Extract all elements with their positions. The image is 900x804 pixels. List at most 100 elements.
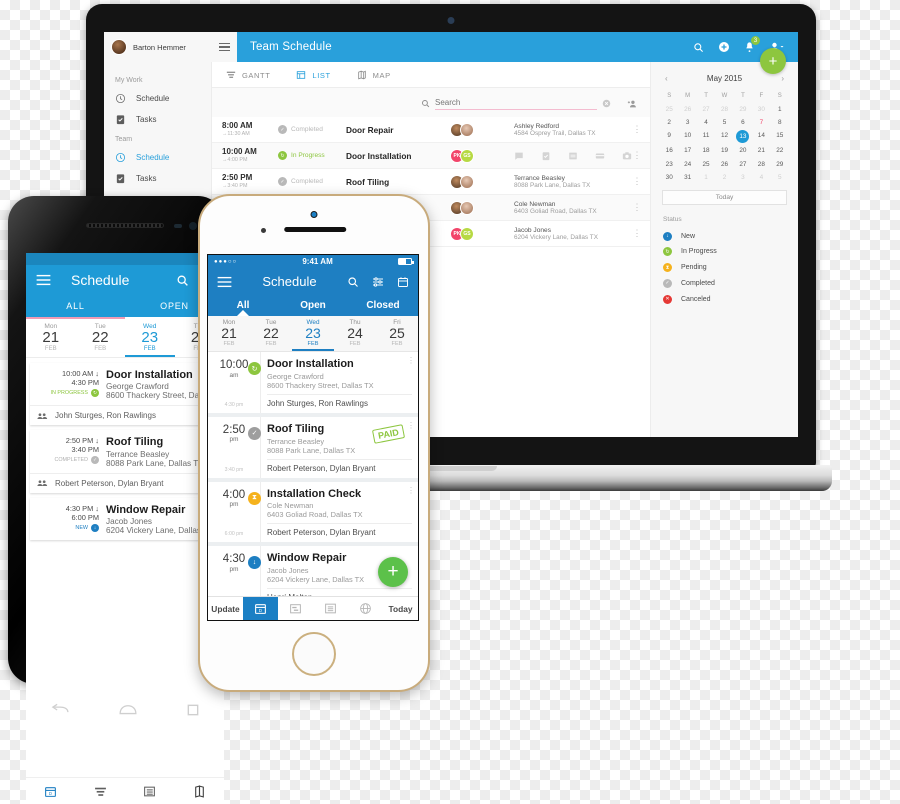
recents-icon[interactable] <box>186 703 200 717</box>
globe-icon[interactable] <box>348 602 383 615</box>
search-icon[interactable] <box>347 276 359 288</box>
back-icon[interactable] <box>50 703 70 717</box>
list-icon[interactable] <box>143 785 156 798</box>
calendar-day[interactable]: 28 <box>752 158 770 171</box>
hamburger-icon[interactable] <box>36 274 51 286</box>
day-cell[interactable]: Tue 22 FEB <box>250 319 292 351</box>
calendar-day[interactable]: 24 <box>678 158 696 171</box>
document-icon[interactable] <box>568 151 578 161</box>
sidebar-item-team-schedule[interactable]: Schedule <box>104 147 211 168</box>
search-icon[interactable] <box>421 99 430 108</box>
search-icon[interactable] <box>693 42 704 53</box>
calendar-icon[interactable] <box>397 276 409 288</box>
list-item[interactable]: 2:50 pm 3:40 pm ✓ Roof Tiling Terrance B… <box>208 416 418 482</box>
calendar-day[interactable]: 21 <box>752 144 770 157</box>
list-item[interactable]: 2:50 PM ↓ 3:40 PM COMPLETED ✓ Roof Tilin… <box>30 430 220 493</box>
search-icon[interactable] <box>176 274 189 287</box>
row-menu-icon[interactable]: ⋮ <box>632 203 642 212</box>
row-menu-icon[interactable]: ⋮ <box>407 357 415 365</box>
calendar-day[interactable]: 27 <box>697 102 715 115</box>
search-input[interactable] <box>435 97 597 110</box>
calendar-day[interactable]: 30 <box>660 171 678 184</box>
next-month-button[interactable]: › <box>781 74 784 83</box>
chat-icon[interactable] <box>514 151 524 161</box>
calendar-day[interactable]: 22 <box>771 144 789 157</box>
sidebar-item-my-schedule[interactable]: Schedule <box>104 88 211 109</box>
calendar-day[interactable]: 29 <box>734 102 752 115</box>
calendar-day[interactable]: 19 <box>715 144 733 157</box>
row-menu-icon[interactable]: ⋮ <box>632 177 642 186</box>
row-menu-icon[interactable]: ⋮ <box>407 486 415 495</box>
calendar-day[interactable]: 10 <box>678 129 696 144</box>
gantt-icon[interactable] <box>278 602 313 615</box>
sidebar-item-my-tasks[interactable]: Tasks <box>104 109 211 130</box>
calendar-day[interactable]: 7 <box>752 116 770 129</box>
tab-open[interactable]: Open <box>278 300 348 311</box>
today-button[interactable]: Today <box>662 190 787 206</box>
calendar-icon[interactable]: D <box>44 785 57 798</box>
table-row[interactable]: 10:00 AM →4:00 PM ↻ In Progress Door Ins… <box>212 143 650 169</box>
day-cell-selected[interactable]: Wed 23 FEB <box>292 319 334 352</box>
tab-list[interactable]: LIST <box>296 70 330 80</box>
calendar-day[interactable]: 3 <box>678 116 696 129</box>
checklist-icon[interactable] <box>541 151 551 161</box>
calendar-day[interactable]: 16 <box>660 144 678 157</box>
list-icon[interactable] <box>313 602 348 615</box>
calendar-day[interactable]: 25 <box>660 102 678 115</box>
map-icon[interactable] <box>193 784 206 798</box>
calendar-day[interactable]: 5 <box>715 116 733 129</box>
user-chip[interactable]: Barton Hemmer <box>104 32 237 62</box>
calendar-day[interactable]: 17 <box>678 144 696 157</box>
list-item[interactable]: 4:30 PM ↓ 6:00 PM NEW ↓ Window Repair Ja… <box>30 497 220 540</box>
row-menu-icon[interactable]: ⋮ <box>632 151 642 160</box>
row-menu-icon[interactable]: ⋮ <box>632 229 642 238</box>
calendar-day[interactable]: 15 <box>771 129 789 144</box>
prev-month-button[interactable]: ‹ <box>665 74 668 83</box>
add-job-fab-button[interactable]: + <box>378 557 408 587</box>
legend-item-pending[interactable]: ⧗ Pending <box>660 260 789 276</box>
tab-all[interactable]: ALL <box>26 301 125 311</box>
add-person-icon[interactable] <box>627 99 638 109</box>
calendar-day[interactable]: 4 <box>752 171 770 184</box>
camera-icon[interactable] <box>622 151 632 161</box>
gantt-icon[interactable] <box>94 785 107 798</box>
calendar-day[interactable]: 30 <box>752 102 770 115</box>
row-menu-icon[interactable]: ⋮ <box>407 421 415 430</box>
calendar-day[interactable]: 26 <box>715 158 733 171</box>
table-row[interactable]: 2:50 PM →3:40 PM ✓ Completed Roof Tiling <box>212 169 650 195</box>
calendar-day[interactable]: 29 <box>771 158 789 171</box>
calendar-day[interactable]: 4 <box>697 116 715 129</box>
calendar-day[interactable]: 14 <box>752 129 770 144</box>
calendar-day[interactable]: 28 <box>715 102 733 115</box>
tab-gantt[interactable]: GANTT <box>226 70 270 80</box>
legend-item-new[interactable]: ↓ New <box>660 228 789 244</box>
calendar-day[interactable]: 18 <box>697 144 715 157</box>
calendar-day[interactable]: 9 <box>660 129 678 144</box>
update-button[interactable]: Update <box>208 604 243 614</box>
calendar-day[interactable]: 1 <box>697 171 715 184</box>
list-item[interactable]: 4:00 pm 6:00 pm ⧗ Installation Check Col… <box>208 481 418 547</box>
legend-item-completed[interactable]: ✓ Completed <box>660 276 789 292</box>
day-cell[interactable]: Tue 22 FEB <box>76 323 126 357</box>
calendar-day[interactable]: 31 <box>678 171 696 184</box>
day-cell[interactable]: Thu 24 FEB <box>334 319 376 351</box>
card-icon[interactable] <box>595 151 605 161</box>
day-cell[interactable]: Mon 21 FEB <box>26 323 76 357</box>
clear-circle-icon[interactable] <box>602 99 611 108</box>
table-row[interactable]: 8:00 AM →11:30 AM ✓ Completed Door Repai… <box>212 117 650 143</box>
home-button[interactable] <box>292 632 336 676</box>
day-cell[interactable]: Fri 25 FEB <box>376 319 418 351</box>
list-item[interactable]: 10:00 am 4:30 pm ↻ Door Installation Geo… <box>208 352 418 417</box>
calendar-day[interactable]: 6 <box>734 116 752 129</box>
today-button[interactable]: Today <box>383 604 418 614</box>
calendar-day[interactable]: 2 <box>715 171 733 184</box>
calendar-day[interactable]: 23 <box>660 158 678 171</box>
tab-map[interactable]: MAP <box>357 70 391 80</box>
day-cell[interactable]: Mon 21 FEB <box>208 319 250 351</box>
calendar-day[interactable]: 27 <box>734 158 752 171</box>
calendar-icon[interactable]: D <box>243 597 278 620</box>
home-icon[interactable] <box>118 703 138 717</box>
add-job-fab-button[interactable]: + <box>760 48 786 74</box>
row-menu-icon[interactable]: ⋮ <box>632 125 642 134</box>
calendar-day[interactable]: 8 <box>771 116 789 129</box>
